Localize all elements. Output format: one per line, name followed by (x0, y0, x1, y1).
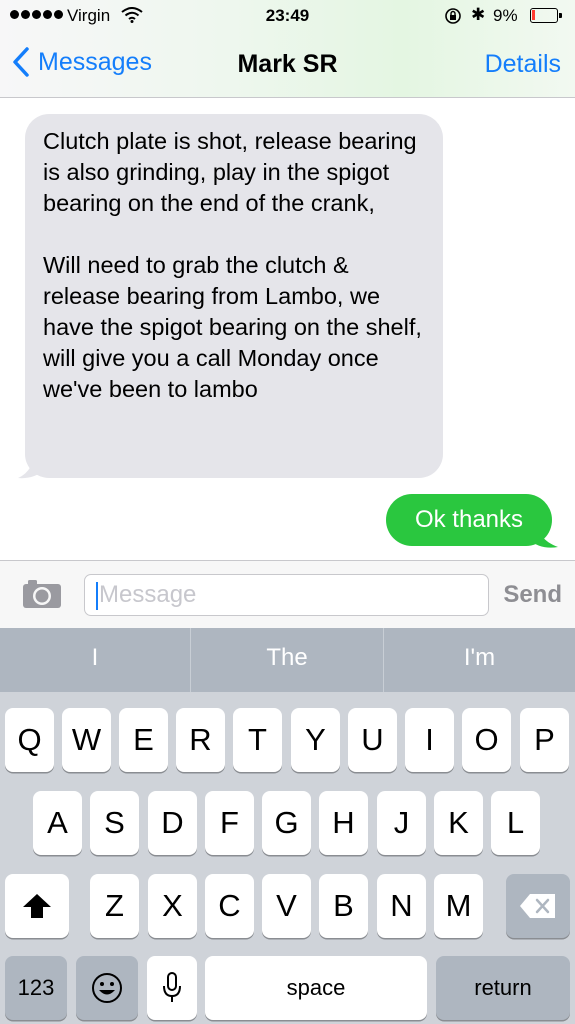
key-x[interactable]: X (148, 874, 197, 938)
numbers-key[interactable]: 123 (5, 956, 67, 1020)
key-f[interactable]: F (205, 791, 254, 855)
key-h[interactable]: H (319, 791, 368, 855)
message-input-bar: Message Send (0, 560, 575, 628)
status-bar: Virgin 23:49 ✱ 9% (0, 0, 575, 34)
backspace-icon (520, 894, 555, 918)
key-l[interactable]: L (491, 791, 540, 855)
key-r[interactable]: R (176, 708, 225, 772)
key-p[interactable]: P (520, 708, 569, 772)
key-w[interactable]: W (62, 708, 111, 772)
prediction-2[interactable]: The (191, 628, 383, 692)
top-bar: Virgin 23:49 ✱ 9% Messages Mark SR Detai… (0, 0, 575, 98)
microphone-icon (163, 972, 181, 1002)
outgoing-message-bubble[interactable]: Ok thanks (386, 494, 552, 546)
key-d[interactable]: D (148, 791, 197, 855)
prediction-3[interactable]: I'm (384, 628, 575, 692)
key-c[interactable]: C (205, 874, 254, 938)
incoming-bubble-tail (18, 446, 44, 479)
key-u[interactable]: U (348, 708, 397, 772)
key-b[interactable]: B (319, 874, 368, 938)
status-time: 23:49 (265, 6, 310, 25)
key-e[interactable]: E (119, 708, 168, 772)
emoji-key[interactable] (76, 956, 138, 1020)
incoming-message-bubble[interactable]: Clutch plate is shot, release bearing is… (25, 114, 443, 478)
key-s[interactable]: S (90, 791, 139, 855)
key-j[interactable]: J (377, 791, 426, 855)
space-key[interactable]: space (205, 956, 427, 1020)
return-key[interactable]: return (436, 956, 570, 1020)
keyboard: I The I'm Q W E R T Y U I O P A S D F G … (0, 628, 575, 1024)
emoji-icon (92, 973, 122, 1003)
bluetooth-icon: ✱ (471, 5, 486, 24)
delete-key[interactable] (506, 874, 570, 938)
battery-percent: 9% (493, 6, 518, 25)
key-g[interactable]: G (262, 791, 311, 855)
prediction-1[interactable]: I (0, 628, 190, 692)
key-t[interactable]: T (233, 708, 282, 772)
battery-icon (530, 8, 562, 23)
camera-icon[interactable] (22, 579, 62, 609)
shift-arrow-icon (23, 894, 51, 918)
shift-key[interactable] (5, 874, 69, 938)
outgoing-bubble-tail (530, 518, 558, 548)
rotation-lock-icon (445, 8, 461, 24)
key-n[interactable]: N (377, 874, 426, 938)
send-button[interactable]: Send (503, 581, 562, 609)
message-placeholder: Message (99, 581, 197, 608)
predictive-bar: I The I'm (0, 628, 575, 692)
key-a[interactable]: A (33, 791, 82, 855)
details-button[interactable]: Details (485, 50, 561, 79)
key-m[interactable]: M (434, 874, 483, 938)
key-q[interactable]: Q (5, 708, 54, 772)
text-caret (96, 582, 98, 610)
key-o[interactable]: O (462, 708, 511, 772)
key-k[interactable]: K (434, 791, 483, 855)
message-input[interactable]: Message (84, 574, 489, 616)
key-i[interactable]: I (405, 708, 454, 772)
dictation-key[interactable] (147, 956, 197, 1020)
key-y[interactable]: Y (291, 708, 340, 772)
key-v[interactable]: V (262, 874, 311, 938)
key-z[interactable]: Z (90, 874, 139, 938)
